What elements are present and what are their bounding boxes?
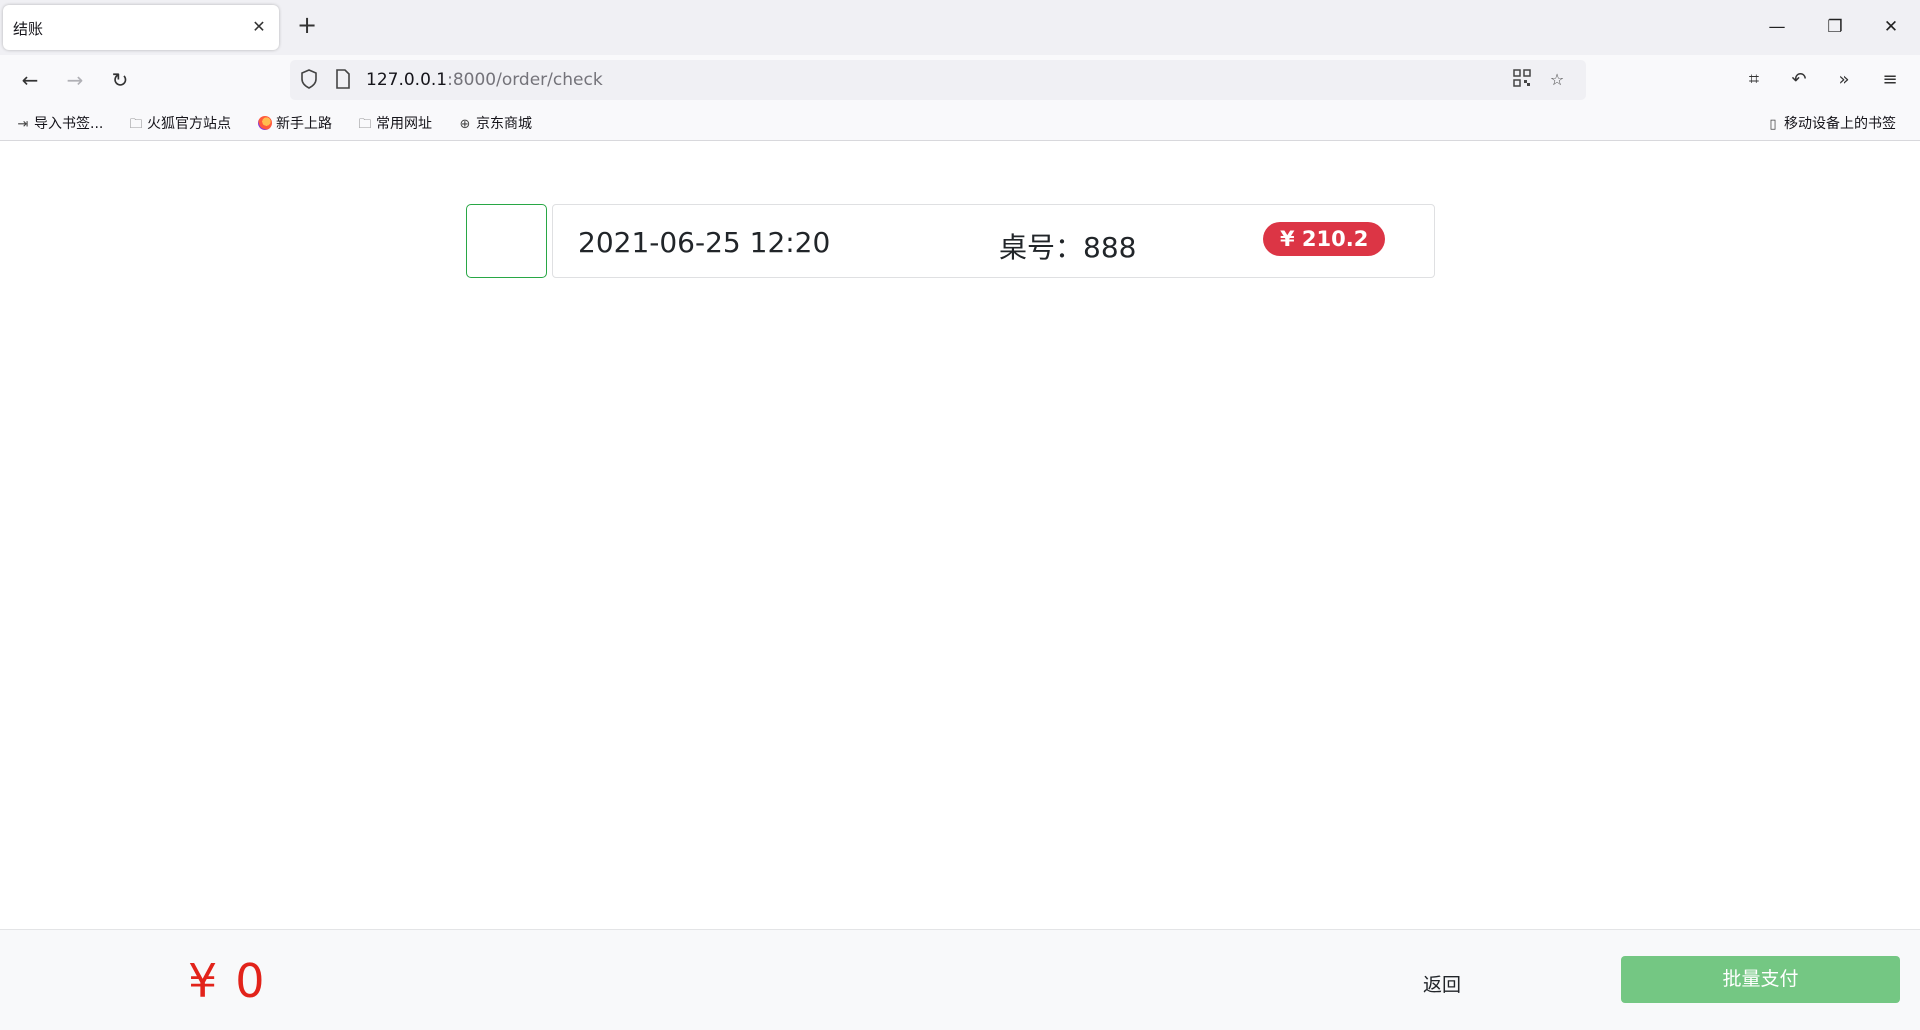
- restore-icon[interactable]: ❐: [1822, 14, 1848, 40]
- bookmark-label: 移动设备上的书签: [1784, 116, 1896, 132]
- qr-code-icon[interactable]: [1511, 69, 1533, 91]
- new-tab-button[interactable]: +: [294, 12, 320, 38]
- bookmark-item[interactable]: 新手上路: [258, 113, 332, 135]
- page-icon: [332, 69, 354, 91]
- url-path: :8000/order/check: [447, 70, 603, 90]
- folder-icon: 🗀: [129, 117, 143, 132]
- shield-icon[interactable]: [298, 69, 320, 91]
- firefox-icon: [258, 116, 272, 130]
- bookmark-label: 火狐官方站点: [147, 116, 231, 132]
- order-item[interactable]: 2021-06-25 12:20 桌号：888 ¥ 210.2: [552, 204, 1435, 278]
- navigation-bar: ← → ↻ 127.0.0.1:8000/order/check ☆ ⌗ ↶ »…: [0, 55, 1920, 105]
- url-text[interactable]: 127.0.0.1:8000/order/check: [366, 70, 603, 90]
- back-arrow-icon[interactable]: ←: [16, 66, 44, 94]
- selected-total: ¥0: [188, 954, 283, 1008]
- order-table-number: 桌号：888: [999, 231, 1137, 264]
- checkout-footer: ¥0 返回 批量支付: [0, 929, 1920, 1030]
- close-window-icon[interactable]: ✕: [1878, 14, 1904, 40]
- bookmark-label: 导入书签...: [34, 116, 104, 132]
- bookmark-label: 新手上路: [276, 116, 332, 132]
- bookmark-item[interactable]: 🗀 火狐官方站点: [127, 113, 231, 135]
- bookmark-label: 京东商城: [476, 116, 532, 132]
- crop-icon[interactable]: ⌗: [1740, 66, 1768, 94]
- bookmark-label: 常用网址: [376, 116, 432, 132]
- undo-icon[interactable]: ↶: [1785, 66, 1813, 94]
- forward-arrow-icon[interactable]: →: [61, 66, 89, 94]
- order-check-page: 2021-06-25 12:20 桌号：888 ¥ 210.2: [0, 141, 1920, 1030]
- bookmark-item[interactable]: ⊕ 京东商城: [456, 113, 532, 135]
- tab-title: 结账: [13, 20, 44, 38]
- mobile-icon: ▯: [1769, 117, 1777, 132]
- tab-bar: 结账 ✕ + — ❐ ✕: [0, 0, 1920, 55]
- browser-tab[interactable]: 结账 ✕: [3, 5, 279, 50]
- reload-icon[interactable]: ↻: [106, 66, 134, 94]
- bookmark-item[interactable]: 🗀 常用网址: [356, 113, 432, 135]
- bookmark-star-icon[interactable]: ☆: [1546, 69, 1568, 91]
- folder-icon: 🗀: [358, 117, 372, 132]
- currency-symbol: ¥: [188, 954, 218, 1008]
- order-select-checkbox[interactable]: [466, 204, 547, 278]
- order-amount-badge: ¥ 210.2: [1263, 222, 1386, 256]
- batch-pay-button[interactable]: 批量支付: [1621, 956, 1900, 1003]
- total-amount: 0: [235, 954, 265, 1008]
- bookmarks-toolbar: ⇥ 导入书签... 🗀 火狐官方站点 新手上路 🗀 常用网址 ⊕ 京东商城 ▯ 移动设备上…: [0, 105, 1920, 141]
- order-time: 2021-06-25 12:20: [578, 226, 831, 259]
- mobile-bookmarks[interactable]: ▯ 移动设备上的书签: [1764, 113, 1896, 135]
- address-bar[interactable]: 127.0.0.1:8000/order/check ☆: [290, 60, 1586, 100]
- more-tools-icon[interactable]: »: [1830, 66, 1858, 94]
- minimize-icon[interactable]: —: [1764, 14, 1790, 40]
- back-button[interactable]: 返回: [1423, 970, 1461, 997]
- bookmark-item[interactable]: ⇥ 导入书签...: [14, 113, 104, 135]
- menu-icon[interactable]: ≡: [1876, 66, 1904, 94]
- globe-icon: ⊕: [459, 117, 471, 132]
- url-host: 127.0.0.1: [366, 70, 448, 90]
- close-tab-icon[interactable]: ✕: [249, 17, 269, 37]
- import-icon: ⇥: [17, 117, 29, 132]
